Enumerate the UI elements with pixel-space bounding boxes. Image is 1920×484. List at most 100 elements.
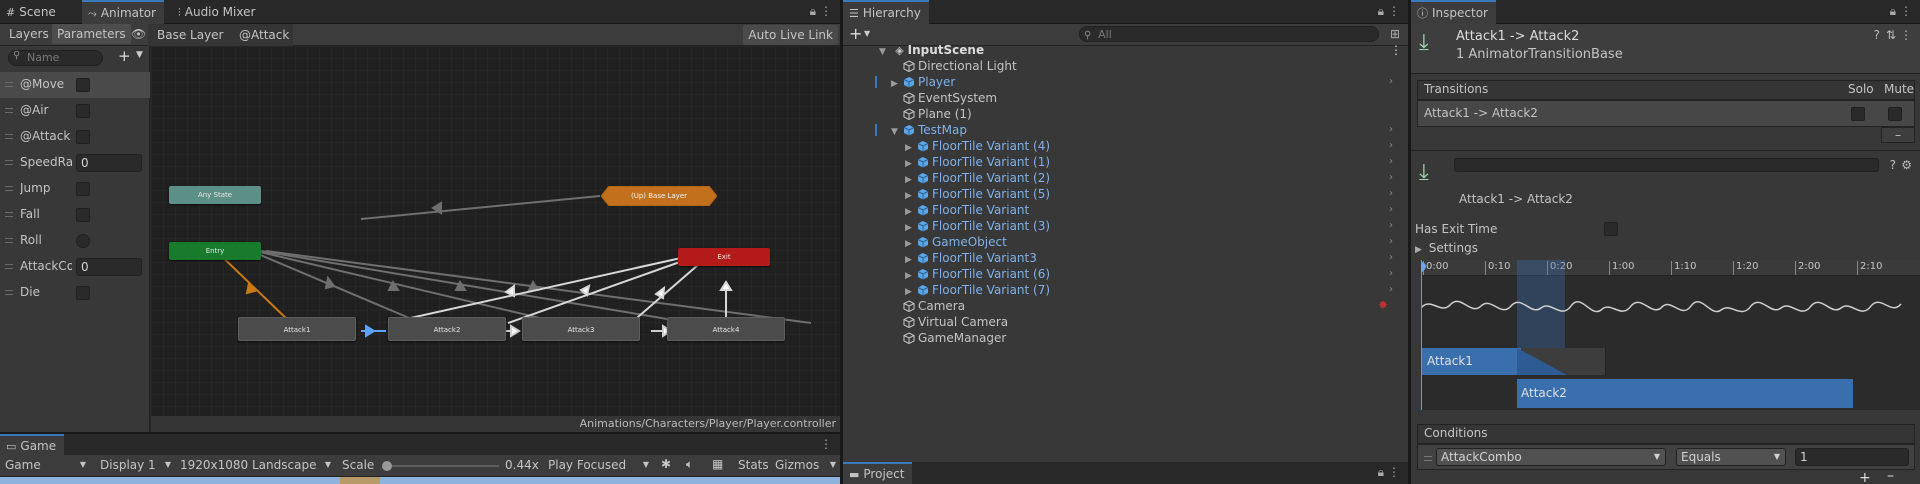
parameter-name[interactable]: @Attack bbox=[20, 129, 72, 143]
parameters-tab[interactable]: Parameters bbox=[52, 24, 131, 44]
drag-handle-icon[interactable] bbox=[1424, 456, 1432, 461]
parameter-bool-checkbox[interactable] bbox=[76, 182, 90, 196]
parameter-value-field[interactable]: 0 bbox=[76, 154, 142, 172]
lock-icon[interactable]: 🔒︎ bbox=[1378, 4, 1384, 19]
mute-checkbox[interactable] bbox=[1888, 107, 1902, 121]
condition-operator-dropdown[interactable]: Equals ▼ bbox=[1676, 448, 1786, 466]
hierarchy-item[interactable]: ▶ GameObject › bbox=[905, 234, 1403, 250]
drag-handle-icon[interactable] bbox=[5, 134, 13, 139]
display-dropdown[interactable]: Display 1 ▼ bbox=[95, 455, 175, 475]
parameter-row[interactable]: Jump bbox=[0, 176, 150, 202]
parameter-row[interactable]: Fall bbox=[0, 202, 150, 228]
chevron-right-icon[interactable]: › bbox=[1389, 234, 1393, 250]
hierarchy-item[interactable]: ▶ Player › bbox=[891, 74, 1403, 90]
parameter-name[interactable]: Die bbox=[20, 285, 72, 299]
node-up-base-layer[interactable]: (Up) Base Layer bbox=[601, 186, 717, 206]
parameter-search-input[interactable]: ⚲ Name bbox=[8, 50, 103, 66]
drag-handle-icon[interactable] bbox=[5, 108, 13, 113]
parameter-bool-checkbox[interactable] bbox=[76, 104, 90, 118]
parameter-bool-checkbox[interactable] bbox=[76, 78, 90, 92]
parameter-row[interactable]: @Attack bbox=[0, 124, 150, 150]
lock-icon[interactable]: 🔒︎ bbox=[1890, 4, 1896, 19]
transition-row[interactable]: Attack1 -> Attack2 bbox=[1417, 100, 1915, 127]
node-attack1[interactable]: Attack1 bbox=[238, 317, 356, 341]
chevron-right-icon[interactable]: › bbox=[1389, 186, 1393, 202]
scale-slider-handle[interactable] bbox=[382, 461, 392, 471]
lock-icon[interactable]: 🔒︎ bbox=[810, 4, 816, 19]
chevron-right-icon[interactable]: › bbox=[1389, 218, 1393, 234]
panel-divider[interactable] bbox=[1408, 0, 1411, 484]
add-object-icon[interactable]: + bbox=[849, 24, 862, 43]
parameter-row[interactable]: Die bbox=[0, 280, 150, 306]
add-parameter-icon[interactable]: + bbox=[118, 47, 131, 65]
game-kebab-icon[interactable]: ⋮ bbox=[820, 437, 832, 451]
drag-handle-icon[interactable] bbox=[5, 186, 13, 191]
hierarchy-item[interactable]: ▶ FloorTile Variant (3) › bbox=[905, 218, 1403, 234]
inspector-kebab-icon[interactable]: ⋮ bbox=[1900, 28, 1912, 42]
chevron-right-icon[interactable]: › bbox=[1389, 154, 1393, 170]
breadcrumb-base-layer[interactable]: Base Layer bbox=[152, 25, 229, 45]
condition-value-field[interactable]: 1 bbox=[1795, 448, 1909, 466]
hierarchy-item[interactable]: Directional Light bbox=[891, 58, 1403, 74]
panel-divider[interactable] bbox=[840, 0, 843, 484]
panel-divider[interactable] bbox=[0, 432, 840, 434]
resolution-dropdown[interactable]: 1920x1080 Landscape ▼ bbox=[175, 455, 335, 475]
drag-handle-icon[interactable] bbox=[5, 82, 13, 87]
parameter-value-field[interactable]: 0 bbox=[76, 258, 142, 276]
hierarchy-item[interactable]: Camera bbox=[891, 298, 1403, 314]
parameter-bool-checkbox[interactable] bbox=[76, 130, 90, 144]
has-exit-time-checkbox[interactable] bbox=[1604, 222, 1618, 236]
hierarchy-item[interactable]: ▶ FloorTile Variant (2) › bbox=[905, 170, 1403, 186]
parameter-row[interactable]: @Air bbox=[0, 98, 150, 124]
lock-icon[interactable]: 🔒︎ bbox=[1378, 465, 1384, 480]
node-exit[interactable]: Exit bbox=[678, 248, 770, 266]
layers-tab[interactable]: Layers bbox=[4, 24, 54, 44]
parameter-name[interactable]: Jump bbox=[20, 181, 72, 195]
parameter-name[interactable]: SpeedRa bbox=[20, 155, 72, 169]
hierarchy-item[interactable]: ▼ TestMap › bbox=[891, 122, 1403, 138]
parameter-trigger-radio[interactable] bbox=[76, 234, 90, 248]
hierarchy-item[interactable]: GameManager bbox=[891, 330, 1403, 346]
tab-project[interactable]: ▬ Project bbox=[843, 462, 913, 484]
drag-handle-icon[interactable] bbox=[5, 290, 13, 295]
help-icon[interactable]: ? bbox=[1890, 158, 1896, 172]
chevron-right-icon[interactable]: › bbox=[1389, 170, 1393, 186]
tab-scene[interactable]: # Scene bbox=[0, 0, 64, 24]
chevron-right-icon[interactable]: › bbox=[1389, 282, 1393, 298]
hierarchy-item[interactable]: Virtual Camera bbox=[891, 314, 1403, 330]
node-any-state[interactable]: Any State bbox=[169, 186, 261, 204]
scene-kebab-icon[interactable]: ⋮ bbox=[1390, 42, 1402, 58]
parameter-name[interactable]: Fall bbox=[20, 207, 72, 221]
kebab-menu-icon[interactable]: ⋮ bbox=[1388, 4, 1400, 18]
chevron-right-icon[interactable]: › bbox=[1389, 138, 1393, 154]
hierarchy-item[interactable]: ▶ FloorTile Variant (7) › bbox=[905, 282, 1403, 298]
audio-icon[interactable]: 🔈︎ bbox=[686, 457, 693, 472]
parameter-row[interactable]: AttackCo 0 bbox=[0, 254, 150, 280]
parameter-name[interactable]: @Move bbox=[20, 77, 72, 91]
tab-animator[interactable]: ⤳ Animator bbox=[82, 0, 164, 24]
transition-timeline[interactable]: 0:00 0:10 0:20 1:00 1:10 1:20 2:00 2:10 Attack1… bbox=[1421, 260, 1920, 410]
node-attack3[interactable]: Attack3 bbox=[522, 317, 640, 341]
parameter-row[interactable]: SpeedRa 0 bbox=[0, 150, 150, 176]
hierarchy-item[interactable]: EventSystem bbox=[891, 90, 1403, 106]
tab-inspector[interactable]: ⓘ Inspector bbox=[1411, 0, 1496, 24]
hierarchy-item[interactable]: ▶ FloorTile Variant (6) › bbox=[905, 266, 1403, 282]
hierarchy-item[interactable]: ▶ FloorTile Variant (5) › bbox=[905, 186, 1403, 202]
chevron-right-icon[interactable]: › bbox=[1389, 202, 1393, 218]
parameter-row[interactable]: Roll bbox=[0, 228, 150, 254]
chevron-right-icon[interactable]: › bbox=[1389, 122, 1393, 138]
add-condition-icon[interactable]: + bbox=[1859, 470, 1871, 484]
parameter-row[interactable]: @Move bbox=[0, 72, 150, 98]
condition-parameter-dropdown[interactable]: AttackCombo ▼ bbox=[1436, 448, 1666, 466]
kebab-menu-icon[interactable]: ⋮ bbox=[1388, 465, 1400, 479]
parameter-name[interactable]: @Air bbox=[20, 103, 72, 117]
chevron-right-icon[interactable]: › bbox=[1389, 266, 1393, 282]
parameter-bool-checkbox[interactable] bbox=[76, 286, 90, 300]
scene-row[interactable]: ▼ ◈ InputScene ⋮ bbox=[879, 42, 1404, 58]
node-attack2[interactable]: Attack2 bbox=[388, 317, 506, 341]
grid-view-icon[interactable]: ▦ bbox=[712, 457, 723, 471]
kebab-menu-icon[interactable]: ⋮ bbox=[820, 4, 832, 18]
remove-transition-button[interactable]: – bbox=[1881, 127, 1915, 143]
presets-icon[interactable]: ⇅ bbox=[1886, 28, 1896, 42]
parameter-bool-checkbox[interactable] bbox=[76, 208, 90, 222]
